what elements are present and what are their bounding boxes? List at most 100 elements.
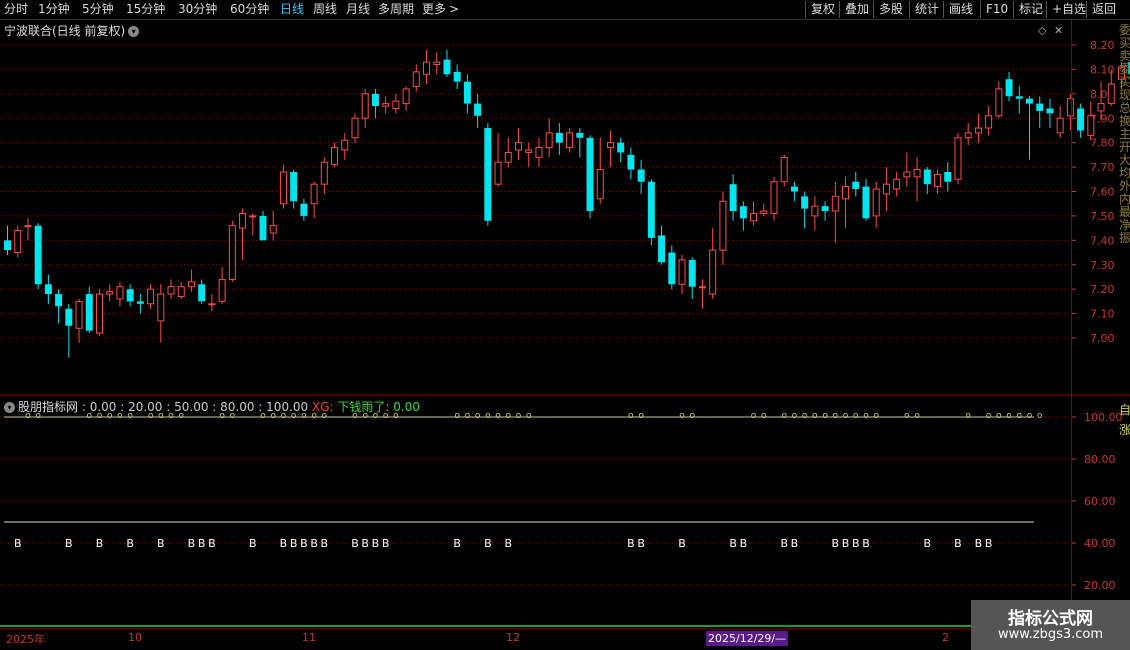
button-huaxian[interactable]: 画线	[943, 1, 973, 18]
tab-daily[interactable]: 日线	[280, 1, 304, 18]
right-axis-border	[1071, 20, 1072, 630]
side-info-labels: 委买卖委买现总换主开大均外内最净振	[1119, 23, 1130, 245]
candle-body	[586, 137, 594, 212]
candle-body	[1056, 117, 1064, 134]
candle-body	[709, 249, 717, 295]
timeline-label: 2	[942, 631, 949, 644]
signal-b-label: B	[198, 537, 206, 550]
button-fuquan[interactable]: 复权	[805, 1, 835, 18]
signal-o-marker: o	[679, 411, 685, 421]
chevron-down-icon[interactable]: ▾	[4, 402, 15, 413]
candle-body	[1087, 115, 1095, 136]
signal-b-label: B	[188, 537, 196, 550]
tab-monthly[interactable]: 月线	[346, 1, 370, 18]
xg-value: 下钱雨了: 0.00	[337, 400, 420, 414]
signal-o-marker: o	[986, 411, 992, 421]
candle-body	[269, 225, 277, 234]
candle-body	[535, 147, 543, 158]
candle-body	[1097, 103, 1105, 112]
candle-body	[14, 230, 22, 254]
candle-body	[504, 151, 512, 163]
tab-multi-period[interactable]: 多周期	[378, 1, 414, 18]
signal-o-marker: o	[751, 411, 757, 421]
signal-b-label: B	[351, 537, 359, 550]
signal-o-marker: o	[904, 411, 910, 421]
candle-body	[617, 142, 625, 153]
button-diejia[interactable]: 叠加	[839, 1, 869, 18]
signal-b-label: B	[372, 537, 380, 550]
button-back[interactable]: 返回	[1086, 1, 1116, 18]
candle-body	[893, 178, 901, 190]
signal-b-label: B	[290, 537, 298, 550]
signal-o-marker: o	[843, 411, 849, 421]
button-duogu[interactable]: 多股	[873, 1, 903, 18]
candle-body	[647, 181, 655, 238]
price-tick-label: 7.10	[1090, 308, 1115, 321]
signal-b-label: B	[791, 537, 799, 550]
candle-body	[1046, 108, 1054, 114]
signal-b-label: B	[505, 537, 513, 550]
tab-30min[interactable]: 30分钟	[178, 1, 217, 18]
candle-body	[126, 289, 134, 302]
candle-body	[279, 171, 287, 205]
candle-body	[780, 156, 788, 183]
signal-b-label: B	[157, 537, 165, 550]
tab-60min[interactable]: 60分钟	[230, 1, 269, 18]
candle-body	[147, 288, 155, 305]
more-arrow-icon[interactable]: >	[449, 1, 459, 18]
toolbar: 分时 1分钟 5分钟 15分钟 30分钟 60分钟 日线 周线 月线 多周期 更…	[0, 0, 1130, 20]
price-tick-label: 8.20	[1090, 39, 1115, 52]
candle-body	[698, 286, 706, 289]
tab-fenshi[interactable]: 分时	[4, 1, 28, 18]
candle-body	[862, 186, 870, 219]
candle-body	[801, 196, 809, 209]
button-biaoji[interactable]: 标记	[1013, 1, 1043, 18]
signal-o-marker: o	[792, 411, 798, 421]
candle-body	[1036, 103, 1044, 111]
signal-b-label: B	[678, 537, 686, 550]
candle-body	[678, 259, 686, 285]
candle-body	[566, 132, 574, 149]
signal-o-marker: o	[475, 411, 481, 421]
button-add-watchlist[interactable]: +自选	[1046, 1, 1086, 18]
candle-body	[290, 171, 298, 202]
candle-body	[34, 225, 42, 285]
signal-b-label: B	[249, 537, 257, 550]
signal-b-label: B	[361, 537, 369, 550]
signal-o-marker: o	[506, 411, 512, 421]
price-tick-label: 7.80	[1090, 137, 1115, 150]
candle-body	[331, 147, 339, 166]
signal-o-marker: o	[465, 411, 471, 421]
candle-body	[75, 300, 83, 329]
candle-body	[85, 294, 93, 331]
tab-more[interactable]: 更多	[422, 1, 446, 18]
candle-body	[1026, 98, 1033, 104]
candle-body	[218, 278, 226, 302]
indicator-tick-label: 100.00	[1084, 411, 1123, 424]
signal-o-marker: o	[761, 411, 767, 421]
signal-b-label: B	[852, 537, 860, 550]
candle-body	[515, 142, 522, 151]
candle-body	[985, 115, 993, 129]
button-f10[interactable]: F10	[980, 1, 1008, 18]
candle-body	[750, 212, 758, 222]
side-info-labels-lower: 自涨	[1119, 403, 1130, 437]
candle-body	[974, 127, 982, 134]
candle-body	[525, 149, 533, 153]
indicator-label: ▾ 股朋指标网 : 0.00 : 20.00 : 50.00 : 80.00 : …	[4, 398, 420, 415]
tab-weekly[interactable]: 周线	[313, 1, 337, 18]
tab-1min[interactable]: 1分钟	[38, 1, 70, 18]
signal-b-label: B	[729, 537, 737, 550]
close-icon[interactable]: ✕	[1054, 24, 1063, 37]
candle-body	[811, 205, 819, 217]
candle-body	[382, 103, 390, 107]
tab-5min[interactable]: 5分钟	[82, 1, 114, 18]
timeline-label: 2025年	[6, 633, 45, 646]
diamond-icon[interactable]: ◇	[1038, 24, 1047, 37]
button-tongji[interactable]: 统计	[909, 1, 939, 18]
watermark: 指标公式网 www.zbgs3.com	[971, 600, 1130, 650]
candle-body	[44, 284, 52, 295]
signal-b-label: B	[975, 537, 983, 550]
candle-body	[443, 59, 451, 75]
tab-15min[interactable]: 15分钟	[126, 1, 165, 18]
